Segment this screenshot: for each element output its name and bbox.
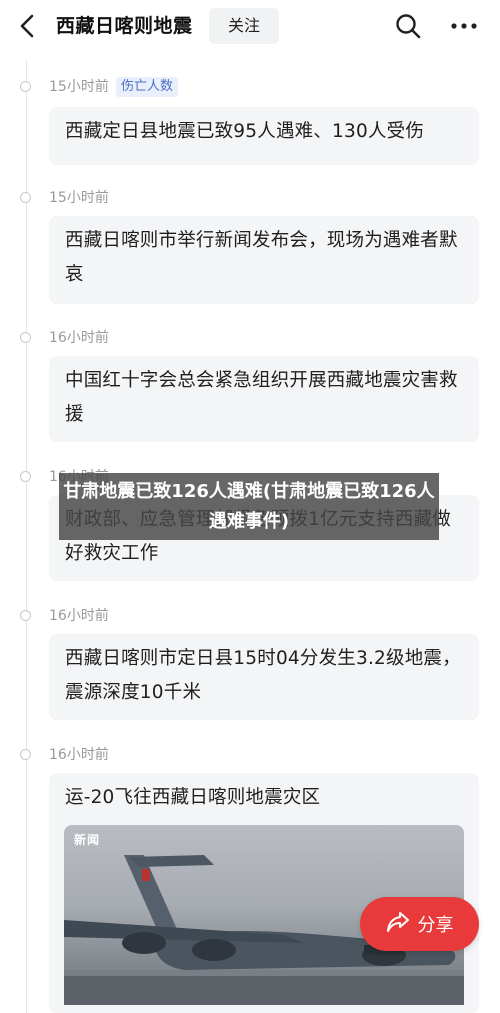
news-headline: 西藏定日县地震已致95人遇难、130人受伤 [65, 121, 425, 142]
news-card[interactable]: 运-20飞往西藏日喀则地震灾区 新闻 [49, 773, 479, 1013]
news-card[interactable]: 中国红十字会总会紧急组织开展西藏地震灾害救援 [49, 356, 479, 442]
timeline-dot [20, 749, 31, 760]
back-arrow-icon[interactable] [14, 12, 42, 40]
timeline-dot [20, 471, 31, 482]
search-icon[interactable] [394, 12, 422, 40]
timeline-dot [20, 610, 31, 621]
timestamp: 16小时前 [49, 608, 109, 624]
timestamp: 15小时前 [49, 190, 109, 206]
timeline-dot [20, 332, 31, 343]
share-button[interactable]: 分享 [360, 897, 479, 951]
share-label: 分享 [417, 915, 454, 936]
news-headline: 中国红十字会总会紧急组织开展西藏地震灾害救援 [65, 370, 458, 425]
overlay-caption: 甘肃地震已致126人遇难(甘肃地震已致126人遇难事件) [59, 473, 439, 540]
news-card[interactable]: 西藏日喀则市举行新闻发布会，现场为遇难者默哀 [49, 216, 479, 304]
casualty-tag[interactable]: 伤亡人数 [116, 77, 179, 97]
follow-button[interactable]: 关注 [209, 8, 279, 44]
page-title: 西藏日喀则地震 [56, 15, 193, 37]
news-headline: 西藏日喀则市定日县15时04分发生3.2级地震，震源深度10千米 [65, 648, 461, 703]
timeline-dot [20, 192, 31, 203]
timestamp: 16小时前 [49, 747, 109, 763]
timestamp: 15小时前 [49, 79, 109, 95]
top-bar: 西藏日喀则地震 关注 [0, 0, 500, 52]
news-headline: 运-20飞往西藏日喀则地震灾区 [65, 787, 321, 808]
timestamp: 16小时前 [49, 330, 109, 346]
news-card[interactable]: 西藏日喀则市定日县15时04分发生3.2级地震，震源深度10千米 [49, 634, 479, 720]
news-card[interactable]: 西藏定日县地震已致95人遇难、130人受伤 [49, 107, 479, 165]
timeline-dot [20, 81, 31, 92]
news-headline: 西藏日喀则市举行新闻发布会，现场为遇难者默哀 [65, 230, 458, 285]
image-badge: 新闻 [74, 833, 101, 847]
share-icon [386, 911, 410, 938]
more-icon[interactable] [449, 12, 479, 40]
